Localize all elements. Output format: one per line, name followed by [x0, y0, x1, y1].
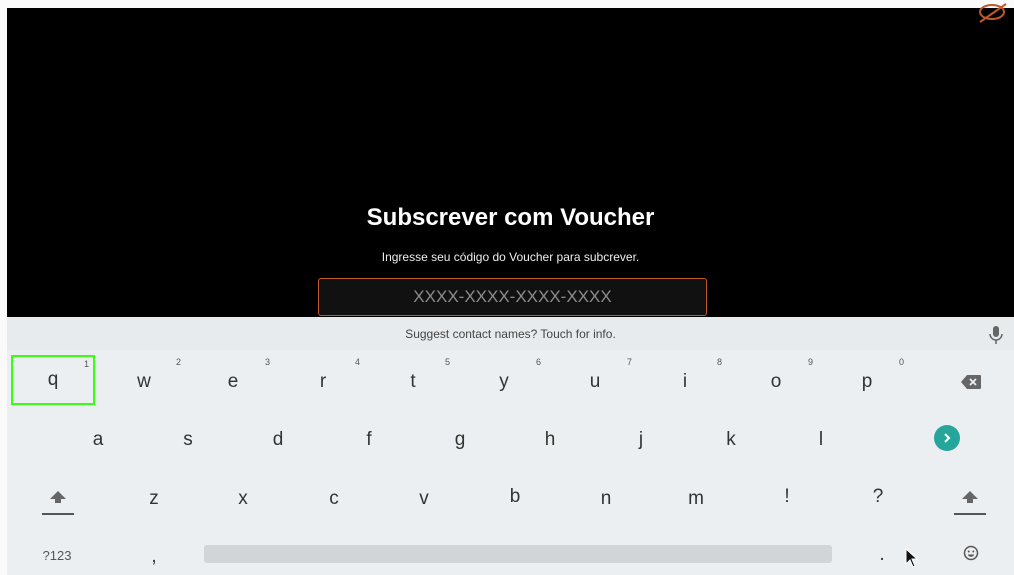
key-hint: 3: [264, 357, 270, 367]
voucher-code-input[interactable]: [318, 278, 707, 316]
voucher-screen: Subscrever com Voucher Ingresse seu códi…: [7, 3, 1014, 317]
key-label: x: [238, 488, 248, 509]
key-hint: 7: [626, 357, 632, 367]
key-n[interactable]: n: [563, 474, 649, 524]
key-label: j: [638, 429, 644, 450]
space-bar[interactable]: [204, 545, 832, 563]
shift-key-left[interactable]: [15, 469, 101, 525]
key-t[interactable]: t 5: [370, 357, 456, 407]
on-screen-keyboard: Suggest contact names? Touch for info. q…: [7, 317, 1014, 575]
key-r[interactable]: r 4: [280, 357, 366, 407]
app-frame: Subscrever com Voucher Ingresse seu códi…: [0, 0, 1014, 575]
key-label: ,: [151, 546, 157, 567]
key-label: d: [272, 429, 284, 450]
key-hint: 8: [716, 357, 722, 367]
mic-icon[interactable]: [988, 325, 1004, 345]
key-label: .: [879, 544, 885, 565]
key-label: y: [499, 371, 509, 392]
page-subtitle: Ingresse seu código do Voucher para subc…: [381, 250, 640, 264]
key-k[interactable]: k: [688, 415, 774, 465]
key-label: f: [366, 429, 372, 450]
key-label: v: [419, 488, 429, 509]
key-label: m: [688, 488, 704, 509]
key-label: !: [784, 486, 790, 507]
emoji-key[interactable]: [929, 537, 1013, 569]
emoji-icon: [963, 545, 979, 561]
key-hint: 9: [807, 357, 813, 367]
key-p[interactable]: p 0: [824, 357, 910, 407]
key-label: ?: [872, 486, 884, 507]
key-z[interactable]: z: [111, 474, 197, 524]
key-label: z: [149, 488, 159, 509]
key-label: t: [410, 371, 416, 392]
key-s[interactable]: s: [145, 415, 231, 465]
key-label: q: [47, 369, 59, 390]
key-y[interactable]: y 6: [461, 357, 547, 407]
key-hint: 2: [175, 357, 181, 367]
key-label: c: [329, 488, 339, 509]
go-key[interactable]: [907, 413, 987, 463]
key-exclamation[interactable]: !: [744, 472, 830, 522]
shift-icon: [50, 491, 66, 503]
key-i[interactable]: i 8: [642, 357, 728, 407]
shift-underline: [954, 513, 986, 515]
backspace-icon: [961, 375, 981, 389]
key-label: k: [726, 429, 736, 450]
cursor-icon: [905, 548, 919, 568]
key-label: h: [544, 429, 556, 450]
key-label: e: [227, 371, 239, 392]
key-l[interactable]: l: [778, 415, 864, 465]
key-label: o: [770, 371, 782, 392]
shift-key-right[interactable]: [927, 469, 1013, 525]
suggestion-bar[interactable]: Suggest contact names? Touch for info.: [7, 317, 1014, 350]
key-hint: 4: [354, 357, 360, 367]
key-o[interactable]: o 9: [733, 357, 819, 407]
key-q[interactable]: q 1: [11, 355, 95, 405]
key-u[interactable]: u 7: [552, 357, 638, 407]
key-label: s: [183, 429, 193, 450]
page-title: Subscrever com Voucher: [366, 204, 655, 231]
key-label: i: [682, 371, 688, 392]
key-j[interactable]: j: [598, 415, 684, 465]
key-w[interactable]: w 2: [101, 357, 187, 407]
key-a[interactable]: a: [55, 415, 141, 465]
key-d[interactable]: d: [235, 415, 321, 465]
key-label: l: [818, 429, 824, 450]
key-label: ?123: [42, 547, 72, 563]
key-label: a: [92, 429, 104, 450]
key-hint: 6: [535, 357, 541, 367]
key-label: r: [319, 371, 327, 392]
key-x[interactable]: x: [200, 474, 286, 524]
key-label: g: [454, 429, 466, 450]
key-hint: 0: [898, 357, 904, 367]
key-hint: 5: [444, 357, 450, 367]
key-label: p: [861, 371, 873, 392]
suggestion-text: Suggest contact names? Touch for info.: [405, 327, 616, 341]
key-label: w: [137, 371, 151, 392]
comma-key[interactable]: ,: [111, 541, 197, 573]
key-question[interactable]: ?: [835, 472, 921, 522]
key-b[interactable]: b: [472, 472, 558, 522]
symbols-key[interactable]: ?123: [15, 539, 99, 571]
go-icon: [934, 425, 960, 451]
key-v[interactable]: v: [381, 474, 467, 524]
key-g[interactable]: g: [417, 415, 503, 465]
key-m[interactable]: m: [653, 474, 739, 524]
key-c[interactable]: c: [291, 474, 377, 524]
shift-icon: [962, 491, 978, 503]
key-e[interactable]: e 3: [190, 357, 276, 407]
key-label: b: [509, 486, 521, 507]
backspace-key[interactable]: [929, 357, 1013, 407]
shift-underline: [42, 513, 74, 515]
no-signal-icon: [979, 3, 1007, 23]
key-h[interactable]: h: [507, 415, 593, 465]
key-hint: 1: [83, 359, 89, 369]
key-label: u: [589, 371, 601, 392]
key-f[interactable]: f: [326, 415, 412, 465]
key-label: n: [600, 488, 612, 509]
